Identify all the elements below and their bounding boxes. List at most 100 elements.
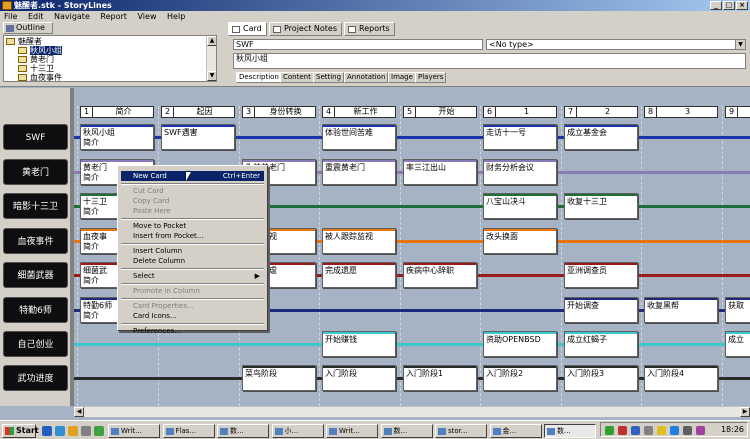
story-card[interactable]: 改头换面 (483, 228, 557, 254)
column-header[interactable]: 1 简介 (80, 106, 154, 118)
column-header[interactable]: 2 起因 (161, 106, 235, 118)
tree-item[interactable]: 黄老门 (18, 55, 54, 64)
taskbar-button[interactable]: Writ... (326, 424, 378, 438)
story-card[interactable]: 体验世间苦难 (322, 124, 396, 150)
taskbar-button[interactable]: 数... (217, 424, 269, 438)
story-card[interactable]: 菜鸟阶段 (242, 365, 316, 391)
tree-item[interactable]: 秋风小组 (18, 46, 62, 55)
story-card[interactable]: 收复黑帮 (644, 297, 718, 323)
story-card[interactable]: 成立红蝎子 (564, 331, 638, 357)
story-card[interactable]: 成立 (725, 331, 750, 357)
scroll-down-icon[interactable]: ▼ (207, 71, 216, 81)
tab-content[interactable]: Content (280, 72, 314, 83)
card-summary-field[interactable]: 秋风小组 (233, 53, 746, 69)
storyline-label[interactable]: 武功进度 (3, 365, 68, 391)
tree-item[interactable]: 血夜事件 (18, 73, 62, 81)
tab-players[interactable]: Players (415, 72, 447, 83)
story-card[interactable]: 资助OPENBSD (483, 331, 557, 357)
quicklaunch-icon[interactable] (81, 426, 91, 436)
story-card[interactable]: 收复十三卫 (564, 193, 638, 219)
menu-report[interactable]: Report (100, 12, 127, 21)
storyline-label[interactable]: 细菌武器 (3, 262, 68, 288)
story-card[interactable]: 成立基金会 (564, 124, 638, 150)
menu-item-new-card[interactable]: New Card Ctrl+Enter (121, 171, 264, 181)
maximize-button[interactable]: □ (723, 1, 735, 10)
storyline-label[interactable]: SWF (3, 124, 68, 150)
story-card[interactable]: 入门阶段1 (403, 365, 477, 391)
menu-item-insert-from-pocket[interactable]: Insert from Pocket... (121, 231, 264, 241)
scroll-right-icon[interactable]: ▶ (740, 407, 750, 417)
quicklaunch-icon[interactable] (94, 426, 104, 436)
story-card[interactable]: 八宝山决斗 (483, 193, 557, 219)
story-card[interactable]: 获取 (725, 297, 750, 323)
tree-scrollbar[interactable]: ▲ ▼ (206, 36, 216, 81)
story-card[interactable]: 秋风小组 简介 (80, 124, 154, 150)
column-header[interactable]: 61 (483, 106, 557, 118)
tray-icon[interactable] (696, 426, 705, 435)
chevron-down-icon[interactable]: ▼ (735, 40, 745, 49)
story-card[interactable]: 入门阶段2 (483, 365, 557, 391)
card-title-field[interactable]: SWF (233, 39, 483, 50)
minimize-button[interactable]: _ (710, 1, 722, 10)
scroll-up-icon[interactable]: ▲ (207, 36, 216, 46)
menu-navigate[interactable]: Navigate (54, 12, 90, 21)
storyline-label[interactable]: 特勤6师 (3, 297, 68, 323)
taskbar-button[interactable]: 金... (489, 424, 542, 438)
tab-annotation[interactable]: Annotation (344, 72, 389, 83)
tree-item[interactable]: 十三卫 (18, 64, 54, 73)
scroll-left-icon[interactable]: ◀ (74, 407, 84, 417)
menu-item-select[interactable]: Select ▶ (121, 271, 264, 281)
tab-project-notes[interactable]: Project Notes (269, 22, 343, 36)
card-type-select[interactable]: <No type> ▼ (486, 39, 746, 50)
story-card[interactable]: 入门阶段4 (644, 365, 718, 391)
menu-item-insert-column[interactable]: Insert Column (121, 246, 264, 256)
menu-item-preferences[interactable]: Preferences... (121, 326, 264, 336)
story-card[interactable]: 完成遗愿 (322, 262, 396, 288)
column-header[interactable]: 72 (564, 106, 638, 118)
menu-item-move-to-pocket[interactable]: Move to Pocket (121, 221, 264, 231)
column-header[interactable]: 4 新工作 (322, 106, 396, 118)
tray-icon[interactable] (618, 426, 627, 435)
column-header[interactable]: 3 身份转换 (242, 106, 316, 118)
tab-outline[interactable]: Outline (3, 22, 53, 34)
taskbar-button[interactable]: 数... (544, 424, 596, 438)
storyline-label[interactable]: 血夜事件 (3, 228, 68, 254)
menu-edit[interactable]: Edit (28, 12, 44, 21)
tab-reports[interactable]: Reports (344, 22, 395, 36)
storyline-label[interactable]: 黄老门 (3, 159, 68, 185)
story-card[interactable]: 疾病中心辞职 (403, 262, 477, 288)
ie-icon[interactable] (42, 426, 52, 436)
tree-root[interactable]: 魅醒者 (6, 37, 42, 46)
tab-description[interactable]: Description (236, 72, 282, 83)
column-header[interactable]: 5 开始 (403, 106, 477, 118)
taskbar-button[interactable]: Flas... (162, 424, 215, 438)
board-hscrollbar[interactable]: ◀ ▶ (74, 406, 750, 417)
menu-file[interactable]: File (4, 12, 17, 21)
storyline-label[interactable]: 自己创业 (3, 331, 68, 357)
story-card[interactable]: 亚洲调查员 (564, 262, 638, 288)
start-button[interactable]: Start (2, 424, 39, 438)
outline-tree[interactable]: 魅醒者 秋风小组 黄老门 十三卫 血夜事件 ▲ ▼ (3, 35, 217, 82)
menu-item-delete-column[interactable]: Delete Column (121, 256, 264, 266)
quicklaunch-icon[interactable] (68, 426, 78, 436)
tray-icon[interactable] (657, 426, 666, 435)
tab-image[interactable]: Image (388, 72, 416, 83)
tray-icon[interactable] (670, 426, 679, 435)
story-card[interactable]: 开始赚钱 (322, 331, 396, 357)
taskbar-button[interactable]: Writ... (108, 424, 160, 438)
story-card[interactable]: 开始调查 (564, 297, 638, 323)
story-card[interactable]: 走访十一号 (483, 124, 557, 150)
column-header[interactable]: 9 (725, 106, 750, 118)
story-card[interactable]: 入门阶段 (322, 365, 396, 391)
tray-icon[interactable] (605, 426, 614, 435)
tray-icon[interactable] (683, 426, 692, 435)
menu-item-card-icons[interactable]: Card Icons... (121, 311, 264, 321)
quicklaunch-icon[interactable] (55, 426, 65, 436)
storyline-label[interactable]: 暗影十三卫 (3, 193, 68, 219)
tray-icon[interactable] (644, 426, 653, 435)
story-card[interactable]: SWF遇害 (161, 124, 235, 150)
tab-card[interactable]: Card (228, 22, 267, 36)
story-card[interactable]: 率三江出山 (403, 159, 477, 185)
story-card[interactable]: 重震黄老门 (322, 159, 396, 185)
story-card[interactable]: 入门阶段3 (564, 365, 638, 391)
